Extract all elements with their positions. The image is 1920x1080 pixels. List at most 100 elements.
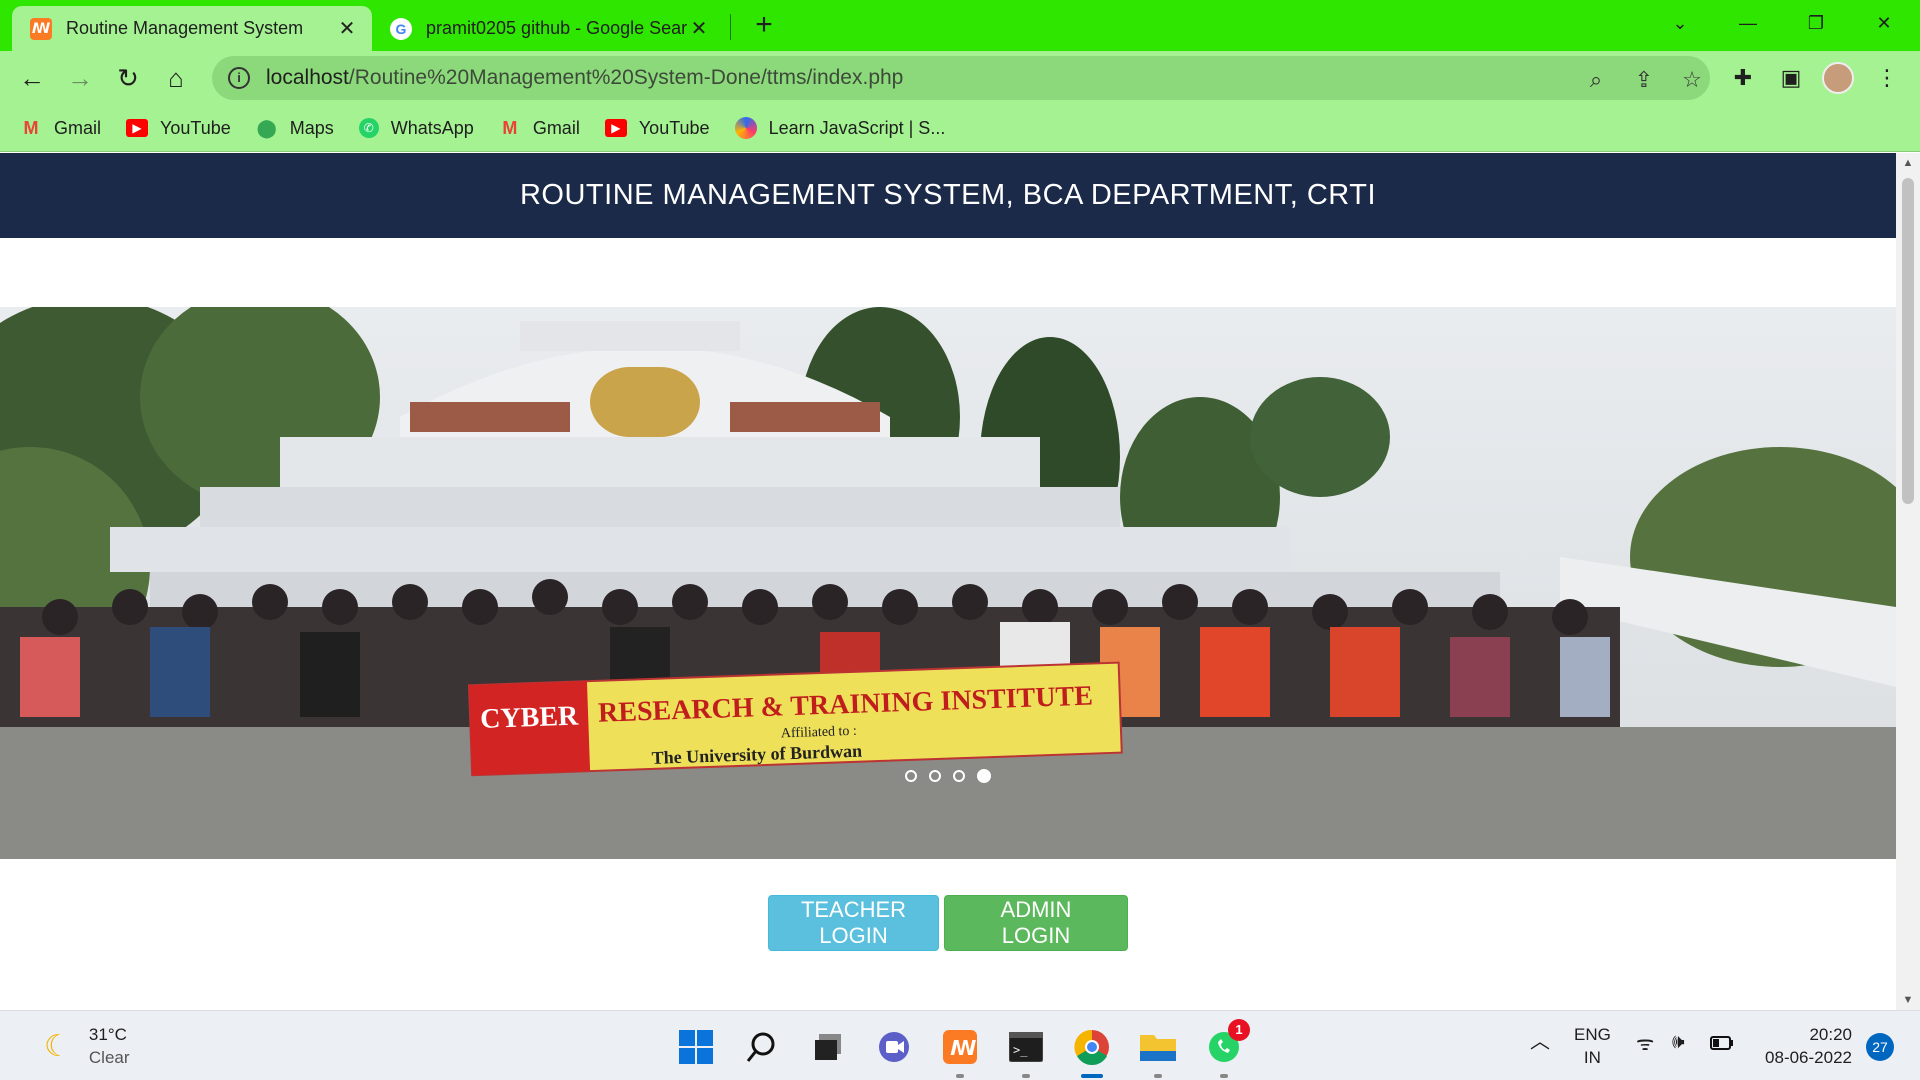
whatsapp-icon[interactable]: 1 [1202, 1019, 1250, 1078]
svg-text:>_: >_ [1013, 1043, 1028, 1057]
bookmark-gmail[interactable]: M Gmail [20, 117, 102, 139]
carousel-dot-3[interactable] [953, 770, 965, 782]
xampp-icon: ꟿ [30, 17, 52, 40]
windows-start-icon[interactable] [674, 1025, 718, 1069]
menu-kebab-icon[interactable]: ⋮ [1868, 59, 1906, 97]
scroll-down-arrow-icon[interactable]: ▼ [1896, 994, 1920, 1006]
clock-date: 08-06-2022 [1765, 1048, 1852, 1067]
address-bar[interactable]: i localhost/Routine%20Management%20Syste… [212, 56, 1710, 100]
bookmark-maps[interactable]: ⬤ Maps [256, 118, 334, 139]
search-icon[interactable] [740, 1025, 784, 1069]
terminal-icon[interactable]: >_ [1004, 1025, 1048, 1078]
bookmark-whatsapp[interactable]: ✆ WhatsApp [358, 117, 474, 139]
close-tab-icon[interactable]: ✕ [688, 16, 710, 41]
youtube-icon: ▶ [126, 119, 149, 137]
running-indicator [1220, 1074, 1228, 1078]
share-icon[interactable]: ⇪ [1626, 62, 1662, 98]
tab-google-search[interactable]: G pramit0205 github - Google Sear ✕ [372, 6, 724, 51]
scrollbar-thumb[interactable] [1902, 178, 1914, 504]
browser-toolbar: ← → ↻ ⌂ i localhost/Routine%20Management… [0, 51, 1920, 105]
page-content: ROUTINE MANAGEMENT SYSTEM, BCA DEPARTMEN… [0, 153, 1896, 1010]
tab-divider [730, 14, 731, 40]
bookmark-learn-javascript[interactable]: Learn JavaScript | S... [734, 117, 946, 139]
language-line2: IN [1583, 1048, 1601, 1067]
minimize-button[interactable]: — [1718, 6, 1778, 40]
language-indicator[interactable]: ENG IN [1574, 1023, 1611, 1069]
weather-widget[interactable]: ☾ 31°C Clear [44, 1023, 130, 1069]
bookmark-label: YouTube [160, 117, 231, 138]
scroll-up-arrow-icon[interactable]: ▲ [1896, 157, 1920, 169]
reload-button[interactable]: ↻ [109, 59, 147, 97]
back-button[interactable]: ← [13, 59, 51, 97]
svg-text:ꟿ: ꟿ [950, 1036, 977, 1060]
site-info-icon[interactable]: i [228, 67, 250, 89]
bookmark-star-icon[interactable]: ☆ [1674, 62, 1710, 98]
banner-text-cyber: CYBER [480, 700, 580, 734]
weather-condition: Clear [88, 1048, 130, 1067]
moon-icon: ☾ [44, 1029, 71, 1063]
carousel-indicators [0, 769, 1896, 783]
bookmark-gmail-2[interactable]: M Gmail [499, 118, 580, 139]
tab-title: Routine Management System [66, 18, 304, 38]
forward-button[interactable]: → [61, 59, 99, 97]
teacher-login-button[interactable]: TEACHER LOGIN [768, 895, 939, 951]
carousel-dot-4[interactable] [977, 769, 991, 783]
show-hidden-icons-chevron-icon[interactable]: ︿ [1530, 1031, 1550, 1054]
new-tab-button[interactable]: + [748, 8, 780, 42]
banner-text-affiliated: Affiliated to : [781, 724, 857, 742]
chrome-icon[interactable] [1070, 1025, 1114, 1078]
task-view-icon[interactable] [806, 1025, 850, 1069]
zoom-icon[interactable]: ⌕ [1578, 62, 1614, 98]
bookmark-label: Gmail [54, 117, 102, 138]
side-panel-icon[interactable]: ▣ [1772, 59, 1810, 97]
profile-avatar[interactable] [1822, 62, 1854, 94]
address-path: /Routine%20Management%20System-Done/ttms… [348, 66, 904, 89]
google-icon: G [390, 17, 412, 40]
volume-icon[interactable]: 🕪 [1672, 1031, 1685, 1054]
tab-search-chevron-icon[interactable]: ⌄ [1650, 6, 1710, 40]
close-window-button[interactable]: ✕ [1854, 6, 1914, 40]
running-indicator [1081, 1074, 1103, 1078]
bookmarks-bar: M Gmail ▶ YouTube ⬤ Maps ✆ WhatsApp M Gm… [0, 105, 1920, 152]
gmail-icon: M [502, 117, 518, 138]
running-indicator [1154, 1074, 1162, 1078]
clock[interactable]: 20:20 08-06-2022 [1756, 1023, 1852, 1069]
carousel-dot-2[interactable] [929, 770, 941, 782]
xampp-icon[interactable]: ꟿ [938, 1025, 982, 1078]
running-indicator [956, 1074, 964, 1078]
admin-login-button[interactable]: ADMIN LOGIN [944, 895, 1128, 951]
image-carousel[interactable]: CYBER RESEARCH & TRAINING INSTITUTE Affi… [0, 307, 1896, 859]
battery-icon[interactable] [1710, 1033, 1734, 1056]
carousel-dot-1[interactable] [905, 770, 917, 782]
bookmark-youtube[interactable]: ▶ YouTube [126, 118, 231, 139]
tab-title: pramit0205 github - Google Sear [426, 18, 688, 38]
bookmark-label: WhatsApp [390, 117, 474, 138]
file-explorer-icon[interactable] [1136, 1025, 1180, 1078]
home-button[interactable]: ⌂ [157, 59, 195, 97]
site-header: ROUTINE MANAGEMENT SYSTEM, BCA DEPARTMEN… [0, 153, 1896, 238]
whatsapp-icon: ✆ [358, 118, 379, 138]
extensions-icon[interactable]: ✚ [1724, 59, 1762, 97]
bookmark-label: YouTube [638, 117, 710, 138]
close-tab-icon[interactable]: ✕ [336, 16, 358, 41]
bookmark-label: Gmail [532, 117, 580, 138]
page-scrollbar[interactable]: ▲ ▼ [1896, 153, 1920, 1010]
address-host: localhost [266, 66, 349, 89]
page-title: ROUTINE MANAGEMENT SYSTEM, BCA DEPARTMEN… [519, 179, 1377, 211]
restore-button[interactable]: ❐ [1786, 6, 1846, 40]
youtube-icon: ▶ [604, 119, 627, 137]
gmail-icon: M [23, 117, 39, 138]
wifi-icon[interactable]: ᯤ [1636, 1033, 1654, 1056]
bookmark-label: Learn JavaScript | S... [768, 117, 946, 138]
bookmark-youtube-2[interactable]: ▶ YouTube [604, 117, 710, 139]
weather-temp: 31°C [88, 1025, 127, 1044]
running-indicator [1022, 1074, 1030, 1078]
scrimba-icon [734, 117, 757, 139]
notification-count-badge[interactable]: 27 [1866, 1033, 1894, 1061]
language-line1: ENG [1574, 1025, 1611, 1044]
tab-routine-management[interactable]: ꟿ Routine Management System ✕ [12, 6, 372, 51]
teams-chat-icon[interactable] [872, 1025, 916, 1069]
maps-icon: ⬤ [256, 117, 277, 138]
login-buttons: TEACHER LOGIN ADMIN LOGIN [0, 895, 1896, 951]
whatsapp-badge: 1 [1228, 1019, 1250, 1041]
